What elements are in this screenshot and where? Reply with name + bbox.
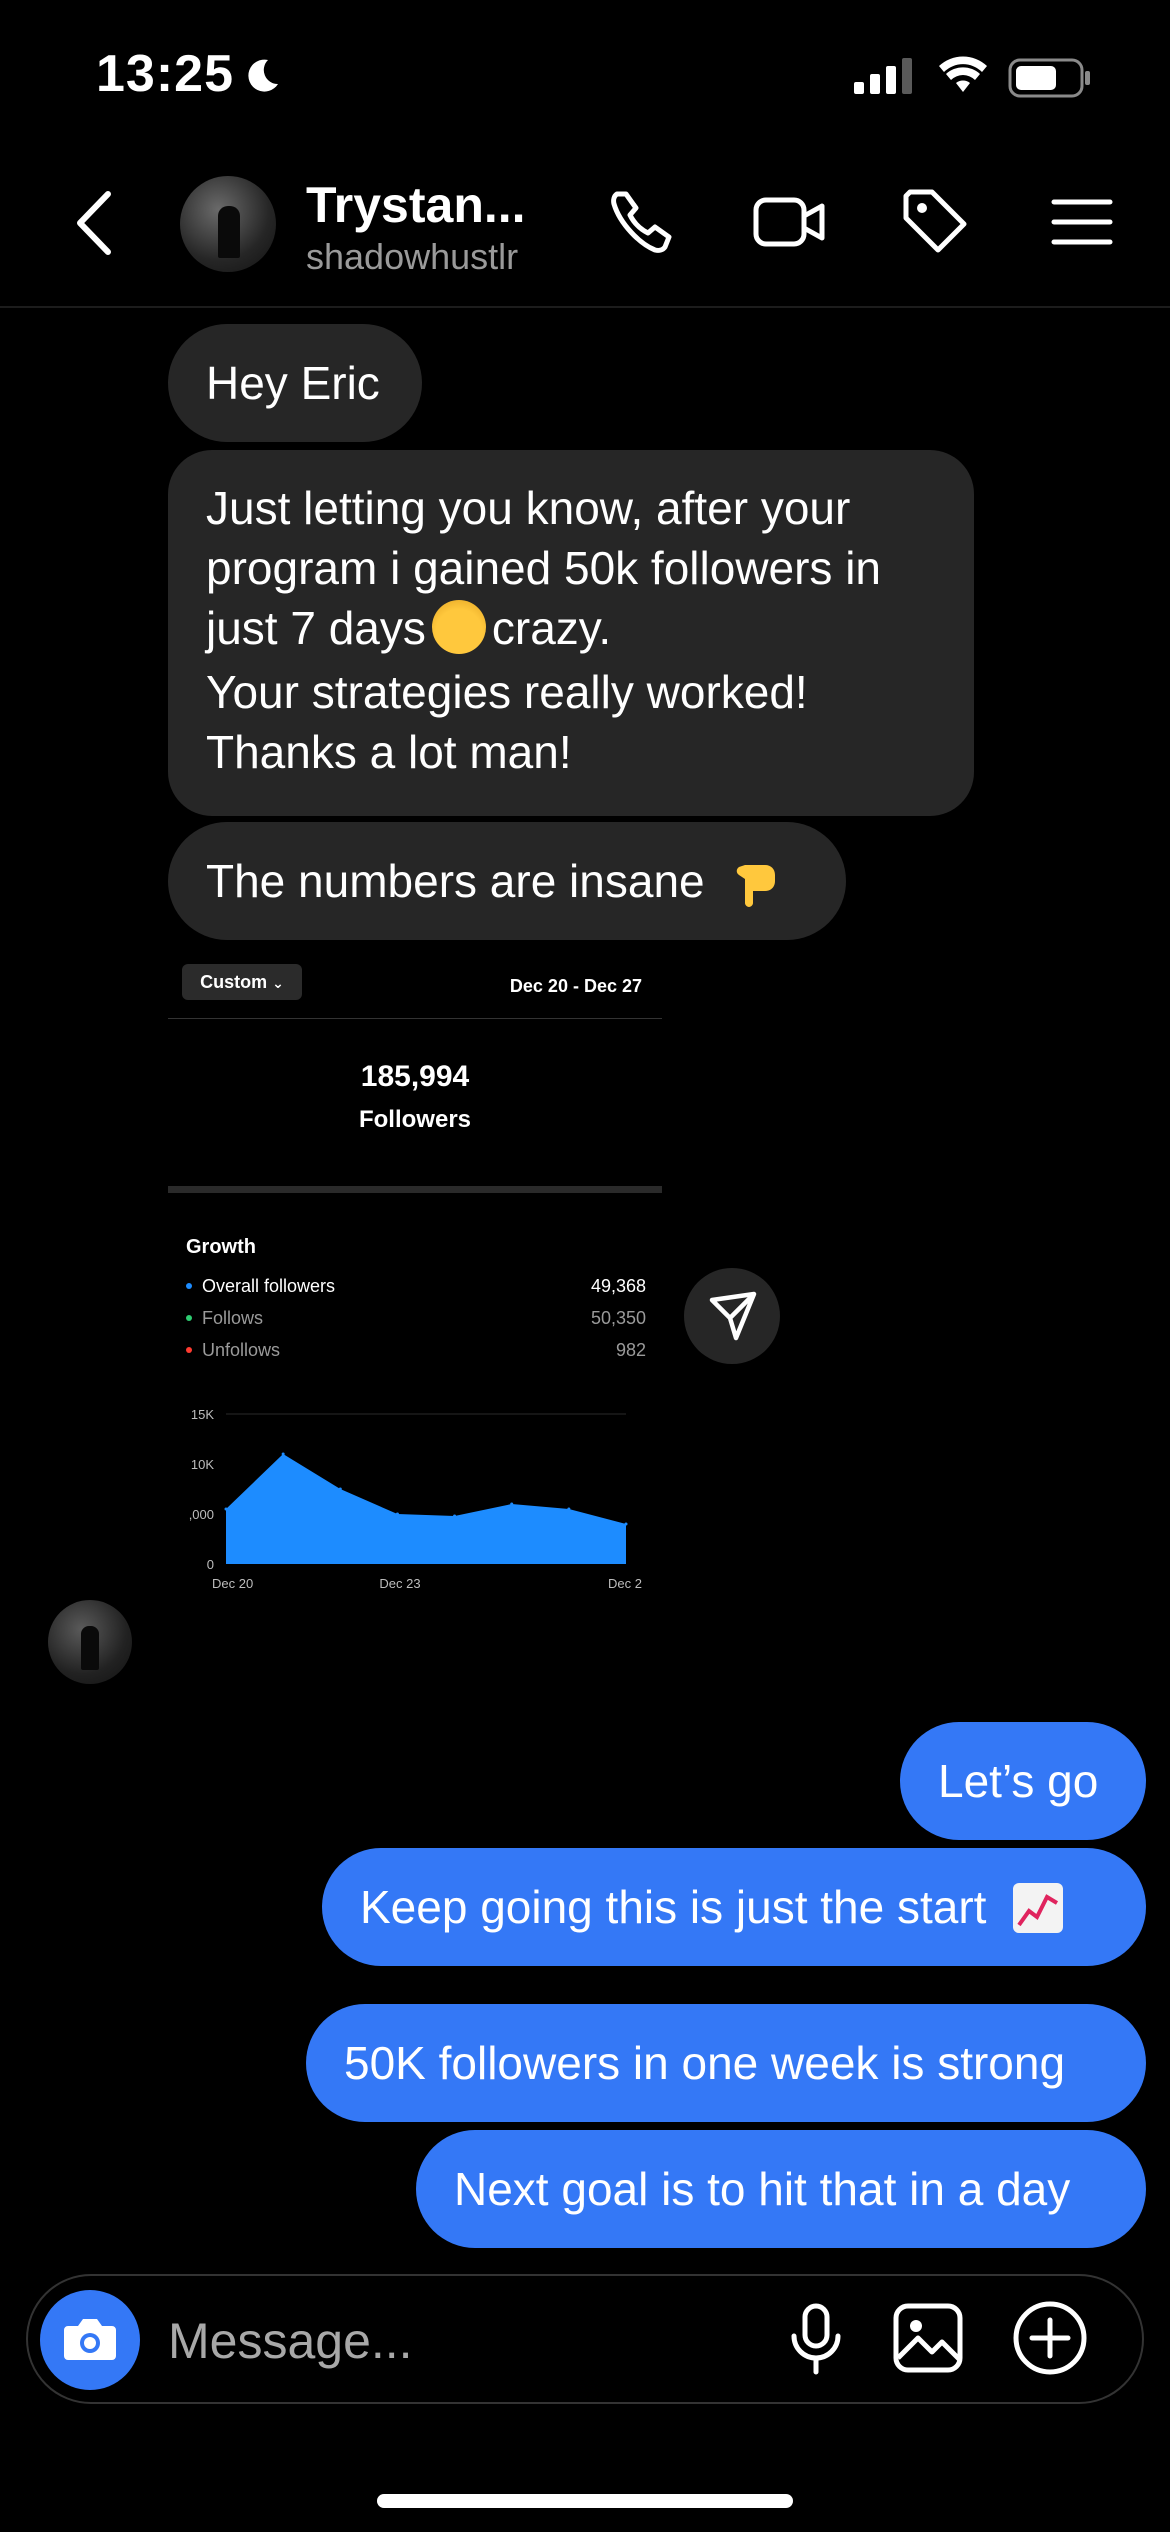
gallery-icon[interactable]	[892, 2302, 964, 2374]
chart-point	[453, 1514, 457, 1518]
received-message[interactable]: Just letting you know, after your progra…	[168, 450, 974, 816]
followers-label: Followers	[358, 1106, 472, 1133]
growth-title: Growth	[186, 1236, 256, 1258]
tag-icon[interactable]	[900, 186, 972, 258]
legend-row: Unfollows 982	[186, 1340, 646, 1361]
video-icon[interactable]	[752, 186, 828, 258]
received-message[interactable]: Hey Eric	[168, 324, 422, 442]
received-message[interactable]: The numbers are insane	[168, 822, 846, 940]
sent-message[interactable]: Keep going this is just the start	[322, 1848, 1146, 1966]
sent-message[interactable]: Let’s go	[900, 1722, 1146, 1840]
chart-y-tick-label: 10K	[191, 1457, 214, 1472]
chart-x-tick-label: Dec 2	[608, 1576, 642, 1591]
followers-total: 185,994	[360, 1060, 470, 1093]
custom-filter: Custom ⌄	[182, 964, 302, 1000]
chart-point	[624, 1522, 628, 1526]
chart-point	[281, 1452, 285, 1456]
contact-username[interactable]: shadowhustlr	[306, 236, 518, 278]
home-indicator	[377, 2494, 793, 2508]
legend-dot	[186, 1315, 192, 1321]
chart-y-tick-label: ,000	[189, 1507, 214, 1522]
chart-y-tick-label: 0	[207, 1557, 214, 1572]
microphone-icon[interactable]	[786, 2302, 846, 2378]
chart-point	[395, 1512, 399, 1516]
growth-chart: 15K 10K ,000 0 Dec 20 Dec 23 Dec 2	[189, 1407, 642, 1591]
legend-row: Overall followers 49,368	[186, 1276, 646, 1297]
menu-icon[interactable]	[1050, 186, 1114, 258]
chart-y-tick-label: 15K	[191, 1407, 214, 1422]
status-time: 13:25	[96, 45, 234, 103]
sender-avatar[interactable]	[48, 1600, 132, 1684]
signal-icon	[854, 58, 912, 94]
chart-point	[224, 1507, 228, 1511]
chart-area	[226, 1454, 626, 1564]
date-range: Dec 20 - Dec 27	[509, 976, 642, 996]
wifi-icon	[939, 56, 987, 92]
mind-blown-emoji-icon	[431, 600, 486, 654]
share-button[interactable]	[684, 1268, 780, 1364]
divider	[168, 1018, 662, 1019]
back-icon[interactable]	[72, 190, 116, 256]
chat-header	[0, 160, 1170, 308]
camera-button[interactable]	[40, 2290, 140, 2390]
phone-icon[interactable]	[606, 186, 678, 258]
contact-name[interactable]: Trystan...	[306, 176, 526, 234]
chart-increasing-emoji-icon	[1013, 1883, 1064, 1933]
battery-icon	[1008, 58, 1090, 98]
pointing-down-emoji-icon	[737, 865, 776, 907]
camera-icon	[64, 2319, 116, 2360]
sent-message[interactable]: 50K followers in one week is strong	[306, 2004, 1146, 2122]
message-input[interactable]: Message...	[168, 2312, 413, 2370]
plus-icon[interactable]	[1012, 2300, 1088, 2376]
chart-point	[510, 1502, 514, 1506]
moon-icon	[248, 59, 278, 92]
divider	[168, 1186, 662, 1193]
legend-dot	[186, 1283, 192, 1289]
shared-screenshot[interactable]: Custom ⌄ Dec 20 - Dec 27 185,994 Followe…	[168, 954, 662, 1654]
avatar[interactable]	[180, 176, 276, 272]
chart-x-tick-label: Dec 20	[212, 1576, 253, 1591]
send-icon	[709, 1291, 757, 1341]
chart-x-tick-label: Dec 23	[379, 1576, 420, 1591]
legend-row: Follows 50,350	[186, 1308, 646, 1329]
legend-dot	[186, 1347, 192, 1353]
chart-point	[338, 1487, 342, 1491]
chart-point	[567, 1507, 571, 1511]
sent-message[interactable]: Next goal is to hit that in a day	[416, 2130, 1146, 2248]
